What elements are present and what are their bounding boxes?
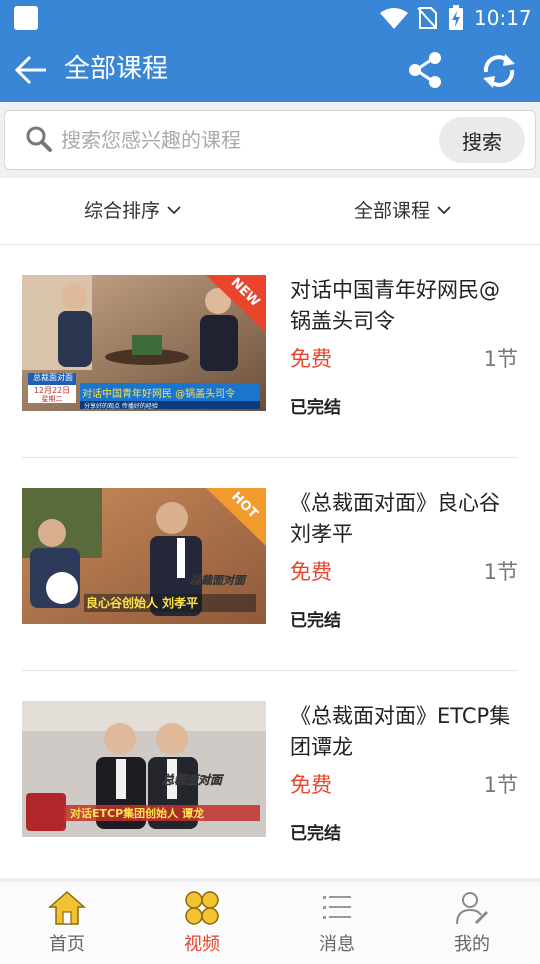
nav-home-label: 首页 xyxy=(49,934,85,955)
course-item[interactable]: 总裁面对面 对话ETCP集团创始人 谭龙 《总裁面对面》ETCP集团谭龙 免费 … xyxy=(22,671,518,883)
course-status: 已完结 xyxy=(290,611,341,631)
search-icon xyxy=(26,126,52,152)
nav-messages[interactable]: 消息 xyxy=(292,890,382,956)
list-icon xyxy=(323,896,351,919)
nav-video[interactable]: 视频 xyxy=(157,890,247,956)
course-thumbnail[interactable]: NEW 总裁面对面 12月22日 星期二 对话中国青年好网民 @锅盖头司令 分享… xyxy=(22,275,266,411)
filter-bar: 综合排序 全部课程 xyxy=(0,178,540,245)
clock: 10:17 xyxy=(474,6,532,30)
notification-icon xyxy=(14,6,38,30)
course-lesson-count: 1节 xyxy=(483,560,518,584)
thumb-weekday: 星期二 xyxy=(41,395,63,403)
no-sim-icon xyxy=(417,7,437,29)
nav-video-label: 视频 xyxy=(184,934,220,955)
thumb-caption: 对话ETCP集团创始人 谭龙 xyxy=(70,807,204,820)
course-price: 免费 xyxy=(290,560,332,584)
back-arrow-icon[interactable] xyxy=(12,50,52,90)
course-item[interactable]: HOT 总裁面对面 良心谷创始人 刘孝平 《总裁面对面》良心谷刘孝平 免费 1节… xyxy=(22,458,518,671)
search-button[interactable]: 搜索 xyxy=(439,117,525,163)
sort-label: 综合排序 xyxy=(84,200,161,222)
course-title[interactable]: 《总裁面对面》良心谷刘孝平 xyxy=(290,488,520,550)
course-price: 免费 xyxy=(290,347,332,371)
course-title[interactable]: 《总裁面对面》ETCP集团谭龙 xyxy=(290,701,520,763)
thumb-footer: 分享好的观点 传播好的经验 xyxy=(84,403,158,410)
nav-me[interactable]: 我的 xyxy=(427,890,517,956)
course-thumbnail[interactable]: HOT 总裁面对面 良心谷创始人 刘孝平 xyxy=(22,488,266,624)
video-icon xyxy=(185,891,219,925)
course-item[interactable]: NEW 总裁面对面 12月22日 星期二 对话中国青年好网民 @锅盖头司令 分享… xyxy=(22,245,518,458)
nav-messages-label: 消息 xyxy=(319,934,355,955)
search-input[interactable] xyxy=(59,121,433,159)
course-lesson-count: 1节 xyxy=(483,773,518,797)
thumb-side-label: 总裁面对面 xyxy=(33,373,73,382)
wifi-icon xyxy=(380,8,408,29)
nav-me-label: 我的 xyxy=(454,934,490,955)
chevron-down-icon xyxy=(167,205,181,214)
status-bar: 10:17 xyxy=(0,0,540,36)
course-list: NEW 总裁面对面 12月22日 星期二 对话中国青年好网民 @锅盖头司令 分享… xyxy=(0,245,540,883)
bottom-navigation: 首页 视频 消息 我的 xyxy=(0,878,540,964)
course-price: 免费 xyxy=(290,773,332,797)
nav-home[interactable]: 首页 xyxy=(22,890,112,956)
course-status: 已完结 xyxy=(290,824,341,844)
course-title[interactable]: 对话中国青年好网民@锅盖头司令 xyxy=(290,275,520,337)
thumb-caption: 对话中国青年好网民 @锅盖头司令 xyxy=(82,389,236,400)
thumb-caption: 良心谷创始人 刘孝平 xyxy=(86,596,199,610)
search-area: 搜索 xyxy=(0,102,540,178)
app-bar: 全部课程 xyxy=(0,36,540,102)
category-dropdown[interactable]: 全部课程 xyxy=(354,196,452,223)
chevron-down-icon xyxy=(437,205,451,214)
user-icon xyxy=(456,892,489,925)
course-lesson-count: 1节 xyxy=(483,347,518,371)
category-label: 全部课程 xyxy=(354,200,431,222)
thumb-side-label: 总裁面对面 xyxy=(162,773,223,787)
home-icon xyxy=(48,890,86,925)
search-box: 搜索 xyxy=(4,110,536,170)
battery-charging-icon xyxy=(449,5,463,30)
course-status: 已完结 xyxy=(290,398,341,418)
sort-dropdown[interactable]: 综合排序 xyxy=(84,196,182,223)
page-title: 全部课程 xyxy=(64,54,169,84)
thumb-side-label: 总裁面对面 xyxy=(190,574,245,587)
share-icon[interactable] xyxy=(406,50,446,90)
course-thumbnail[interactable]: 总裁面对面 对话ETCP集团创始人 谭龙 xyxy=(22,701,266,837)
refresh-icon[interactable] xyxy=(478,50,520,92)
